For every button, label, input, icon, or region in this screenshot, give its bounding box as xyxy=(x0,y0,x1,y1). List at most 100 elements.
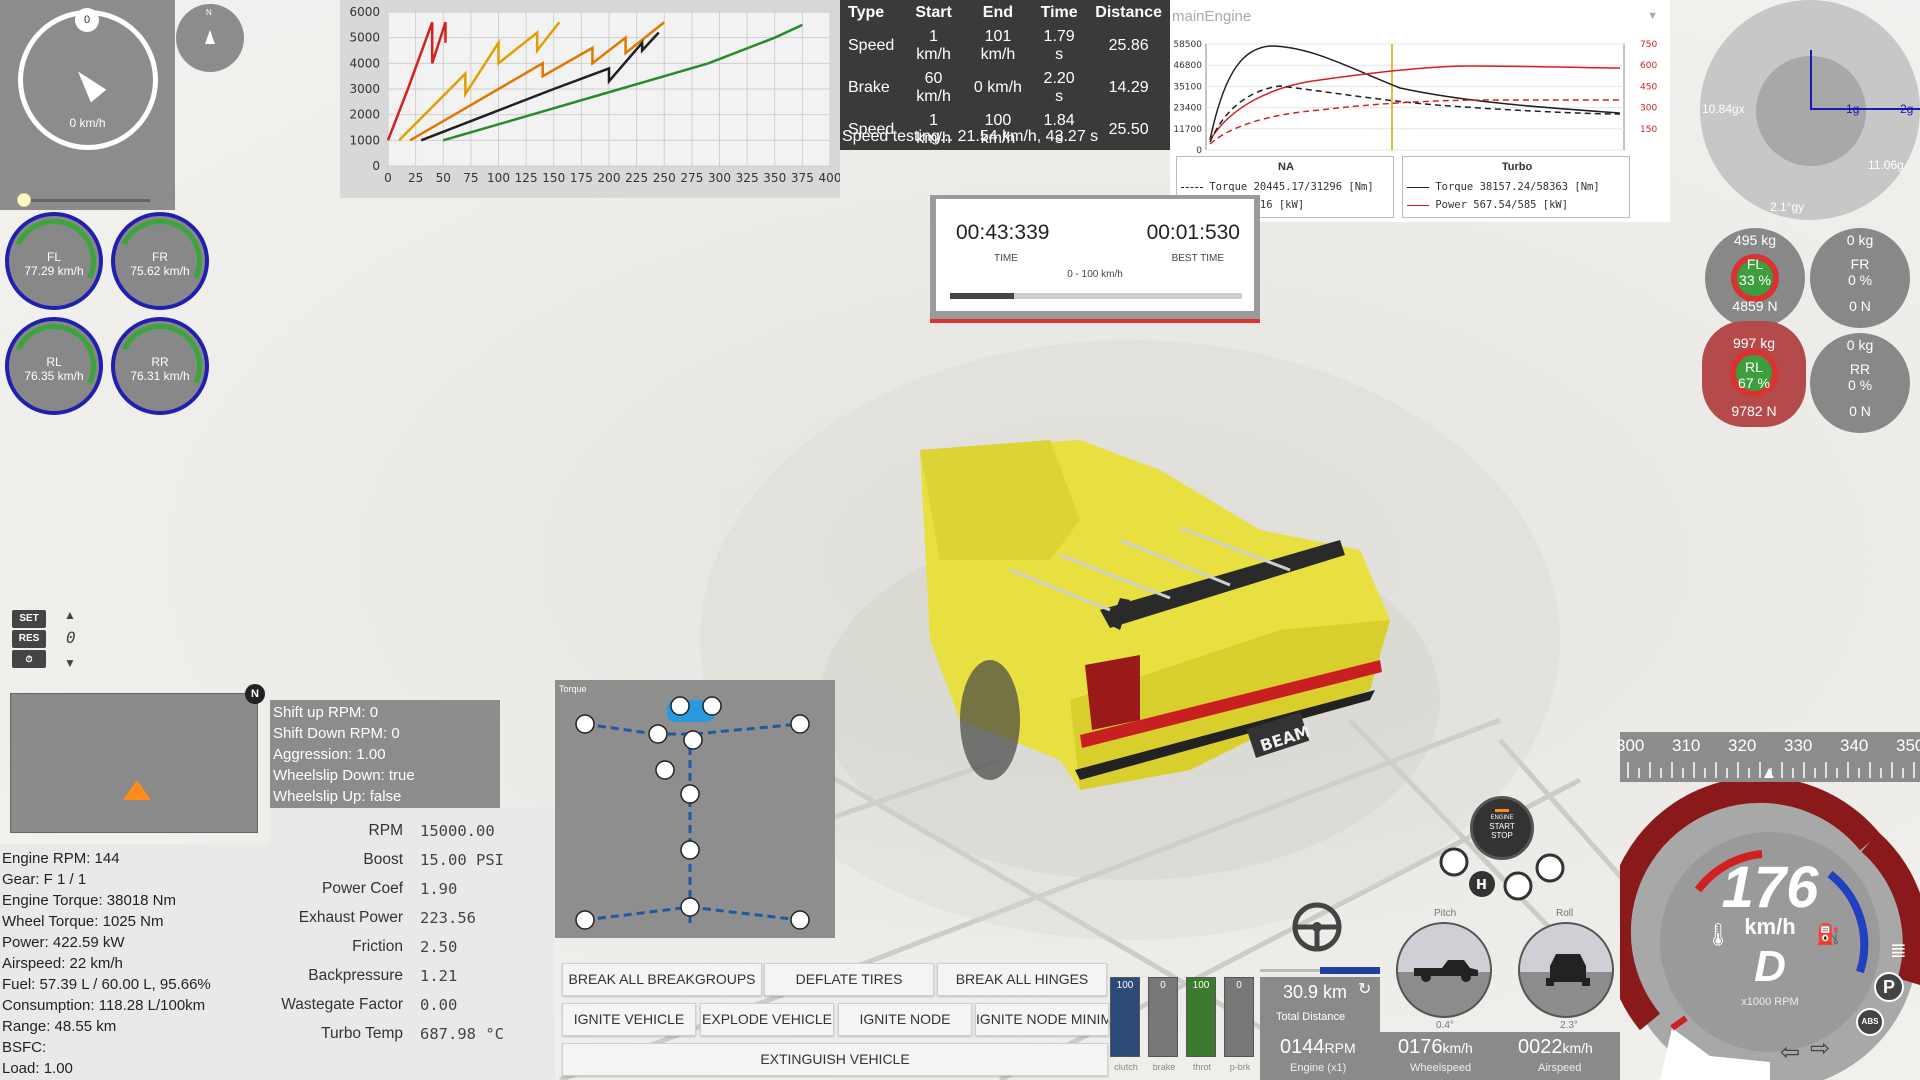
results-cell: Brake xyxy=(848,79,890,96)
turbo-key: Power Coef xyxy=(322,880,403,897)
turbo-row: Exhaust Power 223.56 xyxy=(270,909,555,938)
x-tick-label: 50 xyxy=(436,171,451,185)
gmeter-label-5: 2.1°gy xyxy=(1770,200,1805,214)
ignite-vehicle-button[interactable]: IGNITE VEHICLE xyxy=(562,1003,696,1036)
deflate-tires-button[interactable]: DEFLATE TIRES xyxy=(764,963,934,996)
shaft-node-icon xyxy=(680,840,700,860)
turbo-value: 0.00 xyxy=(420,996,458,1014)
wheel-label: RL xyxy=(46,355,62,369)
rear-diff-icon xyxy=(680,897,700,917)
cruise-up-icon[interactable]: ▲ xyxy=(64,608,76,622)
turbo-torque-text: Torque 38157.24/58363 [Nm] xyxy=(1435,181,1600,193)
engine-info-line: Fuel: 57.39 L / 60.00 L, 95.66% xyxy=(2,976,211,993)
pitch-indicator xyxy=(1396,922,1492,1018)
results-cell: 14.29 xyxy=(1108,79,1149,96)
transfer-node-icon xyxy=(683,730,703,750)
extinguish-vehicle-button[interactable]: EXTINGUISH VEHICLE xyxy=(562,1043,1108,1076)
ignite-node-button[interactable]: IGNITE NODE xyxy=(838,1003,972,1036)
turbo-row: Turbo Temp 687.98 °C xyxy=(270,1025,555,1054)
turbo-value: 2.50 xyxy=(420,938,458,956)
eng-y-tick-right: 450 xyxy=(1640,82,1657,92)
pedal-value: 0 xyxy=(1236,980,1242,991)
eng-y-tick-right: 150 xyxy=(1640,125,1657,135)
y-tick-label: 6000 xyxy=(349,5,380,19)
pedal-brake: 0 brake xyxy=(1148,977,1178,1072)
turbo-key: Wastegate Factor xyxy=(281,996,403,1013)
tyre-load-rl: 997 kg RL 67 % 9782 N xyxy=(1702,321,1806,427)
engine-info-line: Engine Torque: 38018 Nm xyxy=(2,892,177,909)
fuel-icon: ⛽ xyxy=(1816,924,1841,946)
na-torque-text: Torque 20445.17/31296 [Nm] xyxy=(1209,181,1374,193)
gmeter-label-4: 11.06g xyxy=(1868,158,1904,172)
results-header-cell: Type xyxy=(848,4,885,21)
engine-selector[interactable]: mainEngine xyxy=(1172,8,1251,25)
pedal-inputs: 100 clutch 0 brake 100 throt 0 p-brk xyxy=(1110,977,1258,1080)
wheel-value: 75.62 km/h xyxy=(130,264,190,278)
engine-info-line: Engine RPM: 144 xyxy=(2,850,120,867)
driveshaft-node-icon xyxy=(680,784,700,804)
shift-info-panel: Shift up RPM: 0 Shift Down RPM: 0 Aggressi… xyxy=(270,700,500,808)
svg-text:H: H xyxy=(1476,878,1487,893)
total-distance-label: Total Distance xyxy=(1276,1011,1346,1023)
eng-y-tick-left: 11700 xyxy=(1173,125,1202,135)
roll-indicator xyxy=(1518,922,1614,1018)
cruise-cancel-icon[interactable]: ⏱ xyxy=(12,650,46,668)
cruise-control: SET RES ⏱ ▲ 0 ▼ xyxy=(8,604,78,676)
turbo-value: 1.90 xyxy=(420,880,458,898)
eng-y-tick-right: 300 xyxy=(1640,104,1657,114)
chevron-down-icon[interactable]: ▼ xyxy=(1647,10,1658,22)
engine-info-line: Gear: F 1 / 1 xyxy=(2,871,87,888)
torque-converter-icon xyxy=(655,760,675,780)
cruise-down-icon[interactable]: ▼ xyxy=(64,656,76,670)
break-all-hinges-button[interactable]: BREAK ALL HINGES xyxy=(937,963,1107,996)
minimap-north-icon: N xyxy=(245,684,265,704)
wheel-value: 76.31 km/h xyxy=(130,369,190,383)
tape-tick-label: 300 xyxy=(1616,736,1645,755)
minimap[interactable] xyxy=(10,693,258,833)
break-all-breakgroups-button[interactable]: BREAK ALL BREAKGROUPS xyxy=(562,963,762,996)
turbo-debug-panel: RPM 15000.00 Boost 15.00 PSI Power Coef 1.90 E… xyxy=(270,808,555,1080)
wheelspeed-readout: 0176 xyxy=(1398,1036,1443,1058)
tyre-load-rr: 0 kg RR 0 % 0 N xyxy=(1810,333,1910,433)
results-cell: 1.79 s xyxy=(1043,28,1075,63)
turbo-row: Friction 2.50 xyxy=(270,938,555,967)
x-tick-label: 250 xyxy=(653,171,676,185)
wheel-fr-icon xyxy=(790,714,810,734)
bottom-readouts: 0144RPM Engine (x1) 0176km/h Wheelspeed … xyxy=(1260,1032,1620,1080)
tyre-load-fl: 495 kg FL 33 % 4859 N xyxy=(1705,228,1805,328)
engine-info-panel: Engine RPM: 144 Gear: F 1 / 1 Engine Torqu… xyxy=(0,844,270,1080)
wheel-rl-icon xyxy=(575,910,595,930)
drivetrain-label: Torque xyxy=(559,684,587,694)
acceleration-chart: 0 25 50 75 100 125 150 175 200 225 250 275 300 325 350… xyxy=(340,0,840,198)
drive-mode-icons[interactable]: H xyxy=(1436,846,1566,906)
mini-speedo-slider-handle[interactable] xyxy=(17,193,31,207)
cruise-set-button[interactable]: SET xyxy=(12,610,46,628)
turbo-legend: Turbo Torque 38157.24/58363 [Nm] Power 5… xyxy=(1402,156,1630,218)
gmeter-label-2: 1g xyxy=(1846,102,1860,116)
ignite-node-minimal-button[interactable]: IGNITE NODE MINIMAL xyxy=(975,1003,1109,1036)
wheel-value: 76.35 km/h xyxy=(24,369,84,383)
shift-info-line: Shift Down RPM: 0 xyxy=(273,725,400,742)
x-tick-label: 200 xyxy=(598,171,621,185)
turbo-value: 15000.00 xyxy=(420,822,495,840)
rpm-scale-label: x1000 RPM xyxy=(1741,996,1799,1008)
mini-speedo-value: 0 km/h xyxy=(69,116,106,130)
eng-y-tick-left: 0 xyxy=(1196,146,1202,156)
cruise-res-button[interactable]: RES xyxy=(12,630,46,648)
reset-trip-icon[interactable]: ↻ xyxy=(1358,979,1371,999)
pickup-side-icon xyxy=(1414,960,1478,982)
mini-speedo-slider-track[interactable] xyxy=(22,199,150,202)
compass: N xyxy=(176,4,244,72)
timer-progress-fill xyxy=(950,293,1015,299)
clutch-node-icon xyxy=(648,724,668,744)
turbo-key: Turbo Temp xyxy=(321,1025,403,1042)
wheelspeed-caption: Wheelspeed xyxy=(1410,1062,1472,1074)
steering-bar xyxy=(1260,965,1380,977)
shift-info-line: Wheelslip Down: true xyxy=(273,767,415,784)
attitude-indicators xyxy=(1380,922,1620,1032)
wheel-fl-icon xyxy=(575,714,595,734)
explode-vehicle-button[interactable]: EXPLODE VEHICLE xyxy=(700,1003,834,1036)
x-tick-label: 350 xyxy=(763,171,786,185)
eng-y-tick-left: 46800 xyxy=(1173,61,1202,71)
results-cell: 1 km/h xyxy=(916,28,951,63)
